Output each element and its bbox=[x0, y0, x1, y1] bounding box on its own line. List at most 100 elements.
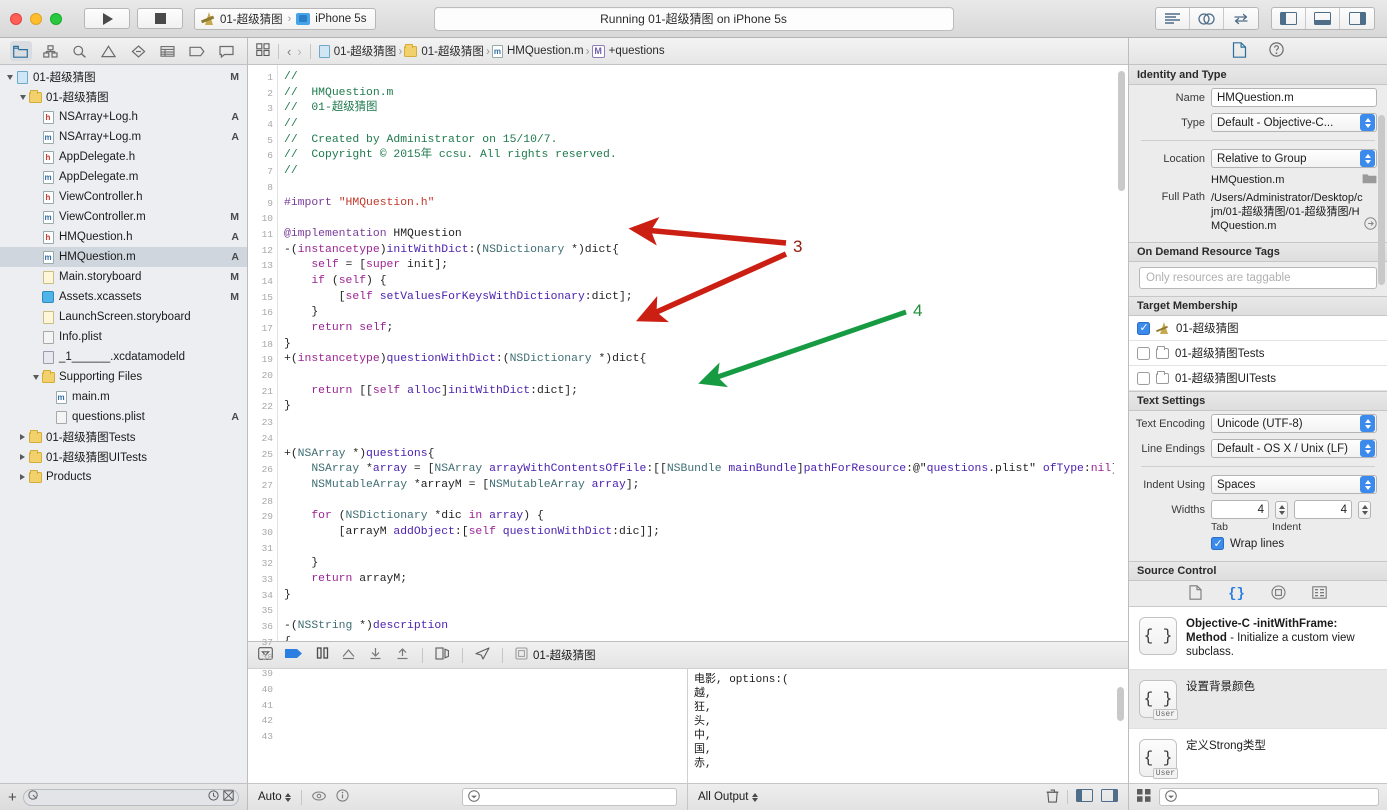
file-tree-row[interactable]: NSArray+Log.h A bbox=[0, 107, 247, 127]
code-snippet-library-icon[interactable]: {} bbox=[1228, 586, 1245, 602]
code-line[interactable]: // bbox=[284, 117, 1128, 133]
toggle-inspector-button[interactable] bbox=[1340, 8, 1374, 29]
variables-view[interactable] bbox=[248, 669, 688, 783]
code-line[interactable]: } bbox=[284, 337, 1128, 353]
code-line[interactable] bbox=[284, 180, 1128, 196]
code-line[interactable]: +(instancetype)questionWithDict:(NSDicti… bbox=[284, 352, 1128, 368]
code-line[interactable] bbox=[284, 603, 1128, 619]
code-line[interactable]: // HMQuestion.m bbox=[284, 86, 1128, 102]
code-line[interactable]: // Created by Administrator on 15/10/7. bbox=[284, 133, 1128, 149]
code-line[interactable] bbox=[284, 541, 1128, 557]
file-tree-row[interactable]: ViewController.m M bbox=[0, 207, 247, 227]
navigator-tab-source-control[interactable] bbox=[39, 41, 61, 61]
location-popup[interactable]: Relative to Group bbox=[1211, 149, 1377, 168]
code-line[interactable]: // bbox=[284, 164, 1128, 180]
source-editor[interactable]: 1 2 3 4 5 6 7 8 9 10 11 12 13 14 15 16 17 18 19 20 21 22 23 24 2… bbox=[248, 65, 1128, 742]
file-tree-row[interactable]: ViewController.h bbox=[0, 187, 247, 207]
code-line[interactable]: -(NSString *)description bbox=[284, 619, 1128, 635]
target-membership-row[interactable]: 01-超级猜图UITests bbox=[1129, 366, 1387, 391]
file-tree-row[interactable]: main.m bbox=[0, 387, 247, 407]
target-checkbox[interactable] bbox=[1137, 371, 1150, 385]
source-code-text[interactable]: //// HMQuestion.m// 01-超级猜图//// Created … bbox=[278, 65, 1128, 641]
zoom-button[interactable] bbox=[50, 12, 62, 25]
navigator-tab-breakpoints[interactable] bbox=[186, 41, 208, 61]
disclosure-closed-icon[interactable] bbox=[20, 434, 25, 440]
file-template-library-icon[interactable] bbox=[1189, 584, 1202, 603]
disclosure-open-icon[interactable] bbox=[19, 94, 26, 100]
target-checkbox[interactable] bbox=[1137, 346, 1150, 360]
code-line[interactable]: // 01-超级猜图 bbox=[284, 101, 1128, 117]
indent-width-stepper[interactable] bbox=[1358, 500, 1371, 519]
forward-button[interactable]: › bbox=[297, 45, 301, 58]
info-icon[interactable] bbox=[336, 789, 349, 805]
target-membership-row[interactable]: 01-超级猜图 bbox=[1129, 316, 1387, 341]
navigator-tab-find[interactable] bbox=[68, 41, 90, 61]
console-output-filter-popup[interactable]: All Output bbox=[698, 791, 758, 803]
code-snippet-list[interactable]: { } Objective-C -initWithFrame: Method - I… bbox=[1129, 607, 1387, 783]
pause-button[interactable] bbox=[316, 647, 329, 663]
library-grid-icon[interactable] bbox=[1137, 789, 1151, 805]
step-into-icon[interactable] bbox=[368, 647, 383, 663]
code-snippet-item[interactable]: { } User 定义Strong类型 bbox=[1129, 729, 1387, 783]
location-simulate-icon[interactable] bbox=[475, 647, 490, 663]
toggle-navigator-button[interactable] bbox=[1272, 8, 1306, 29]
media-library-icon[interactable] bbox=[1312, 585, 1327, 602]
tab-width-input[interactable]: 4 bbox=[1211, 500, 1269, 519]
watch-expression-icon[interactable] bbox=[311, 790, 326, 805]
disclosure-triangle[interactable] bbox=[17, 434, 28, 440]
file-tree-row[interactable]: AppDelegate.m bbox=[0, 167, 247, 187]
file-tree-row[interactable]: Assets.xcassets M bbox=[0, 287, 247, 307]
minimize-button[interactable] bbox=[30, 12, 42, 25]
code-line[interactable]: self = [super init]; bbox=[284, 258, 1128, 274]
code-line[interactable]: } bbox=[284, 399, 1128, 415]
code-line[interactable]: -(instancetype)initWithDict:(NSDictionar… bbox=[284, 243, 1128, 259]
disclosure-open-icon[interactable] bbox=[6, 74, 13, 80]
breadcrumb-item[interactable]: 01-超级猜图 bbox=[404, 43, 484, 59]
filter-field[interactable] bbox=[22, 788, 239, 806]
breadcrumb[interactable]: 01-超级猜图›01-超级猜图›HMQuestion.m›M+questions bbox=[318, 43, 665, 59]
code-line[interactable] bbox=[284, 368, 1128, 384]
run-button[interactable] bbox=[84, 8, 130, 29]
file-tree-row[interactable]: questions.plist A bbox=[0, 407, 247, 427]
file-tree-row[interactable]: _1______.xcdatamodeld bbox=[0, 347, 247, 367]
disclosure-triangle[interactable] bbox=[17, 94, 28, 100]
file-inspector-icon[interactable] bbox=[1232, 41, 1247, 61]
file-tree-row[interactable]: 01-超级猜图UITests bbox=[0, 447, 247, 467]
show-console-view-button[interactable] bbox=[1101, 789, 1118, 805]
view-debugging-icon[interactable] bbox=[435, 647, 450, 663]
code-line[interactable] bbox=[284, 494, 1128, 510]
code-line[interactable]: [self setValuesForKeysWithDictionary:dic… bbox=[284, 290, 1128, 306]
standard-editor-button[interactable] bbox=[1156, 8, 1190, 29]
disclosure-closed-icon[interactable] bbox=[20, 474, 25, 480]
help-inspector-icon[interactable] bbox=[1269, 42, 1284, 60]
target-membership-row[interactable]: 01-超级猜图Tests bbox=[1129, 341, 1387, 366]
file-tree-row[interactable]: HMQuestion.m A bbox=[0, 247, 247, 267]
name-input[interactable]: HMQuestion.m bbox=[1211, 88, 1377, 107]
disclosure-triangle[interactable] bbox=[30, 374, 41, 380]
encoding-popup[interactable]: Unicode (UTF-8) bbox=[1211, 414, 1377, 433]
navigator-tab-debug[interactable] bbox=[157, 41, 179, 61]
line-endings-popup[interactable]: Default - OS X / Unix (LF) bbox=[1211, 439, 1377, 458]
code-line[interactable]: #import "HMQuestion.h" bbox=[284, 196, 1128, 212]
project-file-tree[interactable]: 01-超级猜图M01-超级猜图NSArray+Log.hANSArray+Log… bbox=[0, 65, 247, 783]
reveal-in-finder-icon[interactable] bbox=[1364, 217, 1377, 233]
code-line[interactable] bbox=[284, 415, 1128, 431]
file-tree-row[interactable]: LaunchScreen.storyboard bbox=[0, 307, 247, 327]
disclosure-open-icon[interactable] bbox=[32, 374, 39, 380]
code-line[interactable]: return self; bbox=[284, 321, 1128, 337]
file-tree-row[interactable]: Main.storyboard M bbox=[0, 267, 247, 287]
code-snippet-item[interactable]: { } User 设置背景颜色 bbox=[1129, 670, 1387, 729]
show-variables-view-button[interactable] bbox=[1076, 789, 1093, 805]
file-tree-row[interactable]: 01-超级猜图Tests bbox=[0, 427, 247, 447]
code-line[interactable]: } bbox=[284, 556, 1128, 572]
continue-button[interactable] bbox=[285, 647, 304, 663]
recent-files-filter-icon[interactable] bbox=[208, 790, 219, 804]
navigator-tab-reports[interactable] bbox=[215, 41, 237, 61]
choose-file-folder-icon[interactable] bbox=[1362, 172, 1377, 187]
tab-width-stepper[interactable] bbox=[1275, 500, 1288, 519]
file-tree-row[interactable]: Info.plist bbox=[0, 327, 247, 347]
related-items-icon[interactable] bbox=[256, 43, 270, 59]
scheme-device-selector[interactable]: 01-超级猜图 › iPhone 5s bbox=[194, 7, 377, 30]
library-filter-field[interactable] bbox=[1159, 788, 1379, 806]
file-tree-row[interactable]: 01-超级猜图 M bbox=[0, 67, 247, 87]
